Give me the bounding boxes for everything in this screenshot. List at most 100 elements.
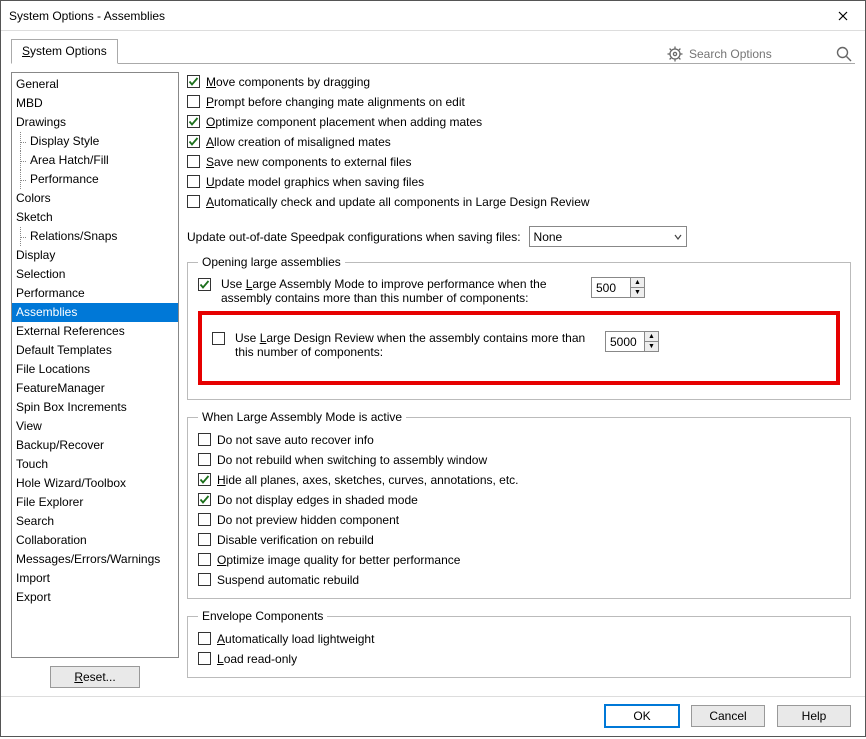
sidebar-item[interactable]: Assemblies — [12, 303, 178, 322]
sidebar-item[interactable]: Backup/Recover — [12, 436, 178, 455]
option-label: Prompt before changing mate alignments o… — [206, 94, 465, 110]
option-label: Do not save auto recover info — [217, 432, 374, 448]
option-label: Allow creation of misaligned mates — [206, 134, 391, 150]
sidebar-item[interactable]: Spin Box Increments — [12, 398, 178, 417]
checkbox[interactable] — [187, 95, 200, 108]
large-assembly-mode-spinner[interactable]: ▲▼ — [591, 277, 645, 298]
option-label: Do not rebuild when switching to assembl… — [217, 452, 487, 468]
sidebar-item[interactable]: Export — [12, 588, 178, 607]
option-row: Save new components to external files — [187, 152, 851, 172]
option-row: Suspend automatic rebuild — [198, 570, 840, 590]
checkbox[interactable] — [187, 155, 200, 168]
spinner-up-icon[interactable]: ▲ — [645, 332, 658, 342]
sidebar-column: GeneralMBDDrawingsDisplay StyleArea Hatc… — [11, 72, 179, 688]
reset-button[interactable]: Reset... — [50, 666, 140, 688]
checkbox[interactable] — [198, 453, 211, 466]
tab-system-options[interactable]: System Options — [11, 39, 118, 64]
sidebar-item[interactable]: Display Style — [12, 132, 178, 151]
spinner-down-icon[interactable]: ▼ — [631, 288, 644, 297]
checkbox[interactable] — [198, 632, 211, 645]
spinner-arrows[interactable]: ▲▼ — [630, 278, 644, 297]
spinner-down-icon[interactable]: ▼ — [645, 342, 658, 351]
large-design-review-label: Use Large Design Review when the assembl… — [235, 331, 595, 359]
sidebar-item[interactable]: Touch — [12, 455, 178, 474]
checkbox[interactable] — [198, 493, 211, 506]
gear-icon — [667, 46, 683, 62]
option-row: Optimize component placement when adding… — [187, 112, 851, 132]
large-assembly-mode-label: Use Large Assembly Mode to improve perfo… — [221, 277, 581, 305]
option-row: Prompt before changing mate alignments o… — [187, 92, 851, 112]
spinner-up-icon[interactable]: ▲ — [631, 278, 644, 288]
close-button[interactable] — [820, 1, 865, 31]
checkbox[interactable] — [198, 433, 211, 446]
highlighted-option-box: Use Large Design Review when the assembl… — [198, 311, 840, 385]
sidebar-item[interactable]: Display — [12, 246, 178, 265]
large-assembly-mode-checkbox[interactable] — [198, 278, 211, 291]
checkbox[interactable] — [187, 115, 200, 128]
sidebar-item[interactable]: Drawings — [12, 113, 178, 132]
option-row: Do not display edges in shaded mode — [198, 490, 840, 510]
large-design-review-spinner[interactable]: ▲▼ — [605, 331, 659, 352]
sidebar-item[interactable]: Relations/Snaps — [12, 227, 178, 246]
checkbox[interactable] — [187, 75, 200, 88]
speedpak-label: Update out-of-date Speedpak configuratio… — [187, 230, 521, 244]
sidebar-item[interactable]: MBD — [12, 94, 178, 113]
option-row: Do not preview hidden component — [198, 510, 840, 530]
sidebar-item[interactable]: General — [12, 75, 178, 94]
sidebar-item[interactable]: External References — [12, 322, 178, 341]
sidebar-item[interactable]: File Explorer — [12, 493, 178, 512]
search-wrap — [667, 45, 855, 63]
checkbox[interactable] — [198, 553, 211, 566]
checkbox[interactable] — [198, 513, 211, 526]
sidebar-item[interactable]: Hole Wizard/Toolbox — [12, 474, 178, 493]
option-row: Automatically check and update all compo… — [187, 192, 851, 212]
sidebar-item[interactable]: FeatureManager — [12, 379, 178, 398]
sidebar-item[interactable]: Messages/Errors/Warnings — [12, 550, 178, 569]
option-row: Do not rebuild when switching to assembl… — [198, 450, 840, 470]
checkbox[interactable] — [198, 533, 211, 546]
category-tree[interactable]: GeneralMBDDrawingsDisplay StyleArea Hatc… — [11, 72, 179, 658]
sidebar-item[interactable]: File Locations — [12, 360, 178, 379]
sidebar-item[interactable]: Performance — [12, 284, 178, 303]
sidebar-item[interactable]: Default Templates — [12, 341, 178, 360]
opening-legend: Opening large assemblies — [198, 255, 345, 269]
speedpak-value: None — [534, 230, 563, 244]
checkbox[interactable] — [198, 573, 211, 586]
option-label: Automatically check and update all compo… — [206, 194, 590, 210]
large-assembly-mode-value[interactable] — [592, 278, 630, 297]
sidebar-item[interactable]: Selection — [12, 265, 178, 284]
option-row: Load read-only — [198, 649, 840, 669]
search-icon[interactable] — [835, 45, 853, 63]
checkbox[interactable] — [187, 195, 200, 208]
option-row: Hide all planes, axes, sketches, curves,… — [198, 470, 840, 490]
sidebar-item[interactable]: Search — [12, 512, 178, 531]
sidebar-item[interactable]: Performance — [12, 170, 178, 189]
checkbox[interactable] — [187, 135, 200, 148]
large-design-review-value[interactable] — [606, 332, 644, 351]
sidebar-item[interactable]: Collaboration — [12, 531, 178, 550]
checkbox[interactable] — [198, 652, 211, 665]
help-button[interactable]: Help — [777, 705, 851, 727]
option-row: Move components by dragging — [187, 72, 851, 92]
search-input[interactable] — [689, 47, 829, 61]
sidebar-item[interactable]: Colors — [12, 189, 178, 208]
sidebar-item[interactable]: Area Hatch/Fill — [12, 151, 178, 170]
sidebar-item[interactable]: View — [12, 417, 178, 436]
speedpak-dropdown[interactable]: None — [529, 226, 687, 247]
option-label: Suspend automatic rebuild — [217, 572, 359, 588]
checkbox[interactable] — [198, 473, 211, 486]
sidebar-item[interactable]: Import — [12, 569, 178, 588]
window-title: System Options - Assemblies — [9, 9, 820, 23]
sidebar-item[interactable]: Sketch — [12, 208, 178, 227]
ok-button[interactable]: OK — [605, 705, 679, 727]
tab-row: System Options — [1, 31, 865, 63]
large-assembly-mode-row: Use Large Assembly Mode to improve perfo… — [198, 275, 840, 307]
large-design-review-checkbox[interactable] — [212, 332, 225, 345]
option-label: Save new components to external files — [206, 154, 411, 170]
spinner-arrows[interactable]: ▲▼ — [644, 332, 658, 351]
option-label: Disable verification on rebuild — [217, 532, 374, 548]
cancel-button[interactable]: Cancel — [691, 705, 765, 727]
option-label: Do not display edges in shaded mode — [217, 492, 418, 508]
option-row: Automatically load lightweight — [198, 629, 840, 649]
checkbox[interactable] — [187, 175, 200, 188]
